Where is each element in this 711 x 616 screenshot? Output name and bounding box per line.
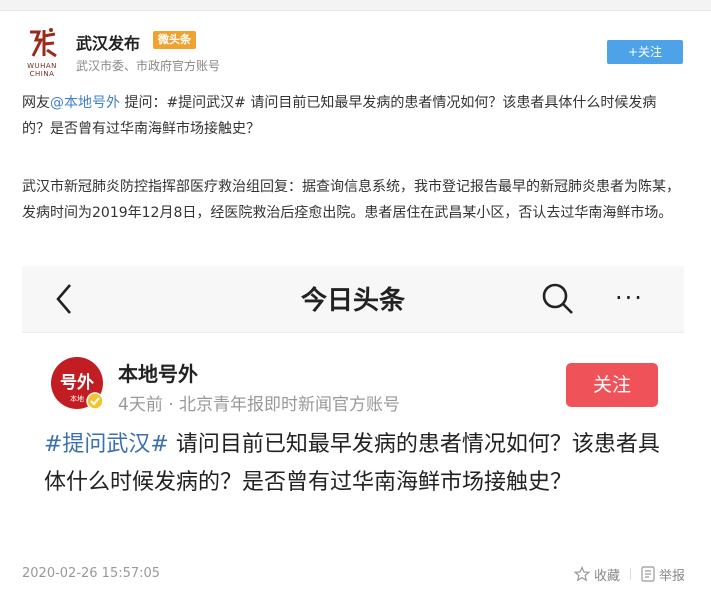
wuhan-logo-icon xyxy=(22,26,62,60)
intro-prefix: 网友 xyxy=(22,95,50,111)
verified-icon xyxy=(86,392,104,410)
toutiao-badge: 微头条 xyxy=(153,31,196,49)
avatar-subtext: 本地 xyxy=(70,394,84,403)
embed-follow-button: 关注 xyxy=(566,363,658,407)
post-actions: 收藏 举报 xyxy=(573,564,685,584)
embed-app-title: 今日头条 xyxy=(300,286,405,316)
author-meta: 4天前 · 北京青年报即时新闻官方账号 xyxy=(118,395,401,415)
author-avatar: 号外 本地 xyxy=(50,356,104,410)
mention-link[interactable]: @本地号外 xyxy=(50,95,120,111)
post-timestamp: 2020-02-26 15:57:05 xyxy=(22,566,161,581)
follow-button[interactable]: +关注 xyxy=(607,40,683,64)
author-name: 本地号外 xyxy=(118,362,198,386)
embed-hashtag: #提问武汉# xyxy=(44,432,169,457)
top-strip xyxy=(0,0,711,11)
account-name[interactable]: 武汉发布 xyxy=(76,30,140,54)
post-question: 网友@本地号外 提问：#提问武汉# 请问目前已知最早发病的患者情况如何？该患者具… xyxy=(22,90,684,142)
more-icon: ··· xyxy=(615,284,644,312)
report-button[interactable]: 举报 xyxy=(641,565,685,584)
logo-caption: WUHAN CHINA xyxy=(27,62,57,78)
search-icon xyxy=(541,282,575,316)
action-divider xyxy=(629,568,631,580)
avatar-text: 号外 xyxy=(60,372,94,393)
report-label: 举报 xyxy=(658,568,685,584)
account-avatar[interactable]: WUHAN CHINA xyxy=(22,26,62,78)
favorite-label: 收藏 xyxy=(593,568,620,584)
embed-post-text: #提问武汉# 请问目前已知最早发病的患者情况如何？该患者具体什么时候发病的？是否… xyxy=(44,426,664,502)
post-reply: 武汉市新冠肺炎防控指挥部医疗救治组回复：据查询信息系统，我市登记报告最早的新冠肺… xyxy=(22,179,680,221)
account-subtitle: 武汉市委、市政府官方账号 xyxy=(76,59,221,73)
favorite-button[interactable]: 收藏 xyxy=(573,565,620,584)
embedded-screenshot[interactable]: 今日头条 ··· 号外 本地 本地号外 4天前 · 北京青年报即时新闻官方账号 … xyxy=(22,266,684,556)
report-icon xyxy=(641,566,655,582)
embed-app-bar: 今日头条 ··· xyxy=(22,266,684,333)
star-icon xyxy=(573,566,590,582)
